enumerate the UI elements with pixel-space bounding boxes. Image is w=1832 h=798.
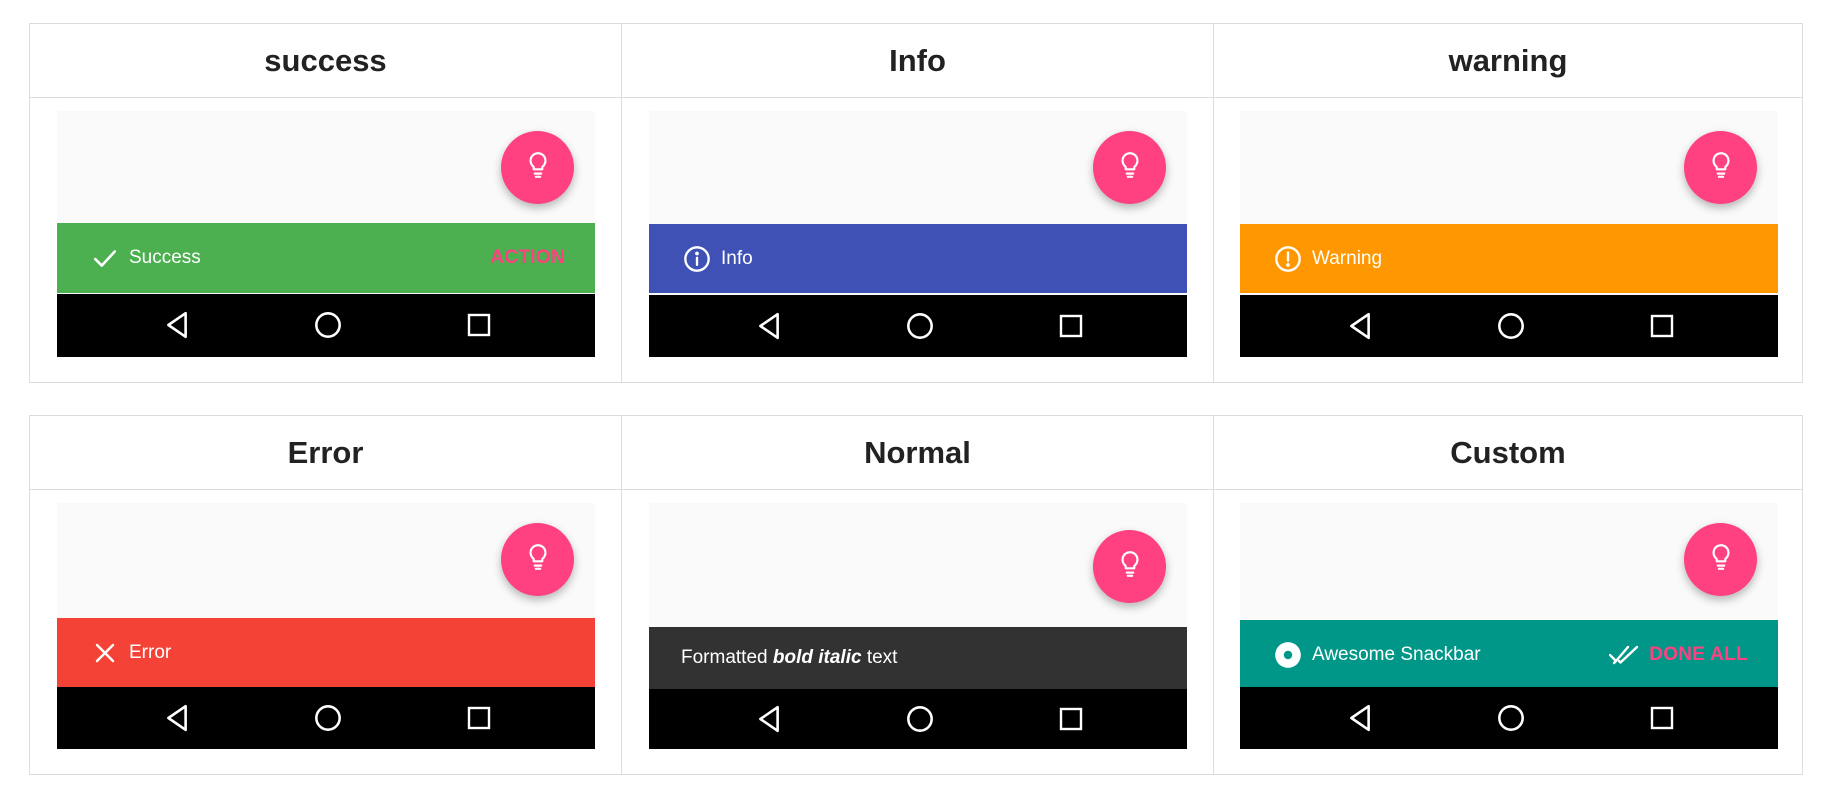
android-nav-bar <box>1240 295 1778 357</box>
recents-square-icon[interactable] <box>1055 310 1087 342</box>
snackbar-table-row-2: Error Error Normal Formatted bold italic… <box>29 415 1803 775</box>
recents-square-icon[interactable] <box>1646 702 1678 734</box>
column-info: Info Info <box>621 24 1213 382</box>
snackbar-info: Info <box>649 224 1187 293</box>
done-all-icon <box>1609 644 1639 666</box>
android-nav-bar <box>649 295 1187 357</box>
close-icon <box>91 639 119 667</box>
column-error: Error Error <box>30 416 621 774</box>
fab-button[interactable] <box>1684 523 1757 596</box>
snackbar-warning: Warning <box>1240 224 1778 293</box>
phone-preview: Awesome Snackbar DONE ALL <box>1240 503 1778 749</box>
column-warning: warning Warning <box>1213 24 1802 382</box>
android-nav-bar <box>649 689 1187 749</box>
home-circle-icon[interactable] <box>904 310 936 342</box>
column-custom: Custom Awesome Snackbar DONE ALL <box>1213 416 1802 774</box>
fab-button[interactable] <box>1093 131 1166 204</box>
snackbar-message: Success <box>129 247 201 268</box>
snackbar-action-button[interactable]: ACTION <box>490 247 565 269</box>
lightbulb-icon <box>1708 543 1734 576</box>
column-normal: Normal Formatted bold italic text <box>621 416 1213 774</box>
column-header: Normal <box>622 416 1213 490</box>
home-circle-icon[interactable] <box>1495 310 1527 342</box>
home-circle-icon[interactable] <box>312 309 344 341</box>
recents-square-icon[interactable] <box>463 702 495 734</box>
phone-preview: Formatted bold italic text <box>649 503 1187 749</box>
column-header: Error <box>30 416 621 490</box>
snackbar-custom: Awesome Snackbar DONE ALL <box>1240 620 1778 689</box>
lightbulb-icon <box>1708 151 1734 184</box>
recents-square-icon[interactable] <box>1646 310 1678 342</box>
fab-button[interactable] <box>501 131 574 204</box>
lightbulb-icon <box>525 543 551 576</box>
alert-circle-icon <box>1274 245 1302 273</box>
back-triangle-icon[interactable] <box>161 702 193 734</box>
column-header: Info <box>622 24 1213 98</box>
snackbar-message: Error <box>129 641 172 663</box>
recents-square-icon[interactable] <box>1055 703 1087 735</box>
snackbar-message: Warning <box>1312 247 1383 269</box>
phone-preview: Warning <box>1240 111 1778 357</box>
back-triangle-icon[interactable] <box>1344 310 1376 342</box>
message-text-before: Formatted <box>681 647 773 668</box>
snackbar-success: Success ACTION <box>57 223 595 293</box>
home-circle-icon[interactable] <box>312 702 344 734</box>
snackbar-message: Awesome Snackbar <box>1312 643 1481 665</box>
fab-button[interactable] <box>1093 530 1166 603</box>
android-nav-bar <box>1240 687 1778 749</box>
snackbar-normal: Formatted bold italic text <box>649 627 1187 689</box>
android-nav-bar <box>57 687 595 749</box>
phone-preview: Success ACTION <box>57 111 595 357</box>
lightbulb-icon <box>1117 550 1143 583</box>
done-all-button[interactable]: DONE ALL <box>1609 644 1748 666</box>
back-triangle-icon[interactable] <box>753 703 785 735</box>
column-header: success <box>30 24 621 98</box>
phone-preview: Info <box>649 111 1187 357</box>
fab-button[interactable] <box>501 523 574 596</box>
lightbulb-icon <box>525 151 551 184</box>
message-bold-italic: bold italic <box>772 647 862 668</box>
snackbar-error: Error <box>57 618 595 687</box>
android-nav-bar <box>57 294 595 357</box>
message-text-after: text <box>861 647 898 668</box>
lightbulb-icon <box>1117 151 1143 184</box>
home-circle-icon[interactable] <box>1495 702 1527 734</box>
snackbar-table-row-1: success Success ACTION Info Info warning… <box>29 23 1803 383</box>
column-header: warning <box>1214 24 1802 98</box>
snackbar-message: Info <box>721 247 753 269</box>
done-all-label: DONE ALL <box>1649 643 1748 665</box>
recents-square-icon[interactable] <box>463 309 495 341</box>
column-success: success Success ACTION <box>30 24 621 382</box>
radio-dot-icon <box>1274 641 1302 669</box>
snackbar-message: Formatted bold italic text <box>681 647 1157 669</box>
back-triangle-icon[interactable] <box>753 310 785 342</box>
column-header: Custom <box>1214 416 1802 490</box>
back-triangle-icon[interactable] <box>1344 702 1376 734</box>
back-triangle-icon[interactable] <box>161 309 193 341</box>
fab-button[interactable] <box>1684 131 1757 204</box>
check-icon <box>91 244 119 272</box>
phone-preview: Error <box>57 503 595 749</box>
info-circle-icon <box>683 245 711 273</box>
home-circle-icon[interactable] <box>904 703 936 735</box>
